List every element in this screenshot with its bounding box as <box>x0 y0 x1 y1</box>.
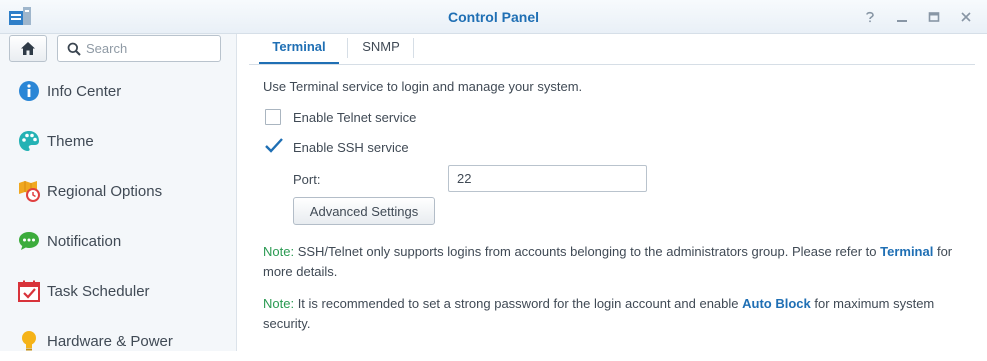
ssh-label[interactable]: Enable SSH service <box>293 140 409 155</box>
telnet-label[interactable]: Enable Telnet service <box>293 110 416 125</box>
search-box <box>57 35 221 62</box>
sidebar-item-label: Regional Options <box>47 183 163 200</box>
pin-icon[interactable] <box>893 8 911 26</box>
auto-block-link[interactable]: Auto Block <box>742 296 811 311</box>
sidebar-item-label: Task Scheduler <box>47 283 150 300</box>
terminal-description: Use Terminal service to login and manage… <box>263 79 583 94</box>
note-label: Note: <box>263 244 295 259</box>
tab-label: Terminal <box>272 39 326 54</box>
note-admin-logins: Note: SSH/Telnet only supports logins fr… <box>263 242 963 282</box>
sidebar-item-theme[interactable]: Theme <box>0 121 236 161</box>
note-text: SSH/Telnet only supports logins from acc… <box>294 244 881 259</box>
home-button[interactable] <box>9 35 47 62</box>
window-title: Control Panel <box>447 9 539 25</box>
port-input[interactable] <box>448 165 647 192</box>
sidebar-item-task-scheduler[interactable]: Task Scheduler <box>0 271 236 311</box>
sidebar-item-hardware-power[interactable]: Hardware & Power <box>0 321 236 361</box>
note-password-security: Note: It is recommended to set a strong … <box>263 294 963 334</box>
tab-label: SNMP <box>362 39 400 54</box>
sidebar-item-regional-options[interactable]: Regional Options <box>0 171 236 211</box>
tab-snmp[interactable]: SNMP <box>348 34 414 64</box>
sidebar-item-label: Theme <box>47 133 94 150</box>
maximize-icon[interactable] <box>925 8 943 26</box>
regional-options-icon <box>19 181 40 202</box>
note-label: Note: <box>263 296 295 311</box>
sidebar-item-notification[interactable]: Notification <box>0 221 236 261</box>
sidebar-item-label: Notification <box>47 233 122 250</box>
sidebar-item-label: Hardware & Power <box>47 333 173 350</box>
info-icon <box>19 81 39 101</box>
telnet-checkbox[interactable] <box>265 109 281 125</box>
port-label: Port: <box>293 172 321 187</box>
ssh-checkbox[interactable] <box>265 138 283 155</box>
note-text: It is recommended to set a strong passwo… <box>294 296 743 311</box>
sidebar: Info Center Theme Regional Options Notif… <box>0 34 237 351</box>
sidebar-item-info-center[interactable]: Info Center <box>0 71 236 111</box>
sidebar-item-label: Info Center <box>47 83 122 100</box>
search-input[interactable] <box>86 39 214 58</box>
chat-bubble-icon <box>19 232 39 250</box>
tab-bar: Terminal SNMP <box>249 34 975 65</box>
tab-terminal[interactable]: Terminal <box>259 34 339 64</box>
home-icon <box>21 42 35 55</box>
help-icon[interactable] <box>861 8 879 26</box>
close-icon[interactable] <box>957 8 975 26</box>
palette-icon <box>19 131 39 151</box>
terminal-link[interactable]: Terminal <box>880 244 933 259</box>
calendar-check-icon <box>18 280 40 302</box>
main-panel: Terminal SNMP Use Terminal service to lo… <box>237 34 987 351</box>
checkmark-icon <box>265 138 283 153</box>
tab-divider <box>413 38 414 58</box>
lightbulb-icon <box>22 331 36 351</box>
title-bar: Control Panel <box>0 0 987 34</box>
search-icon <box>67 42 81 56</box>
advanced-settings-button[interactable]: Advanced Settings <box>293 197 435 225</box>
